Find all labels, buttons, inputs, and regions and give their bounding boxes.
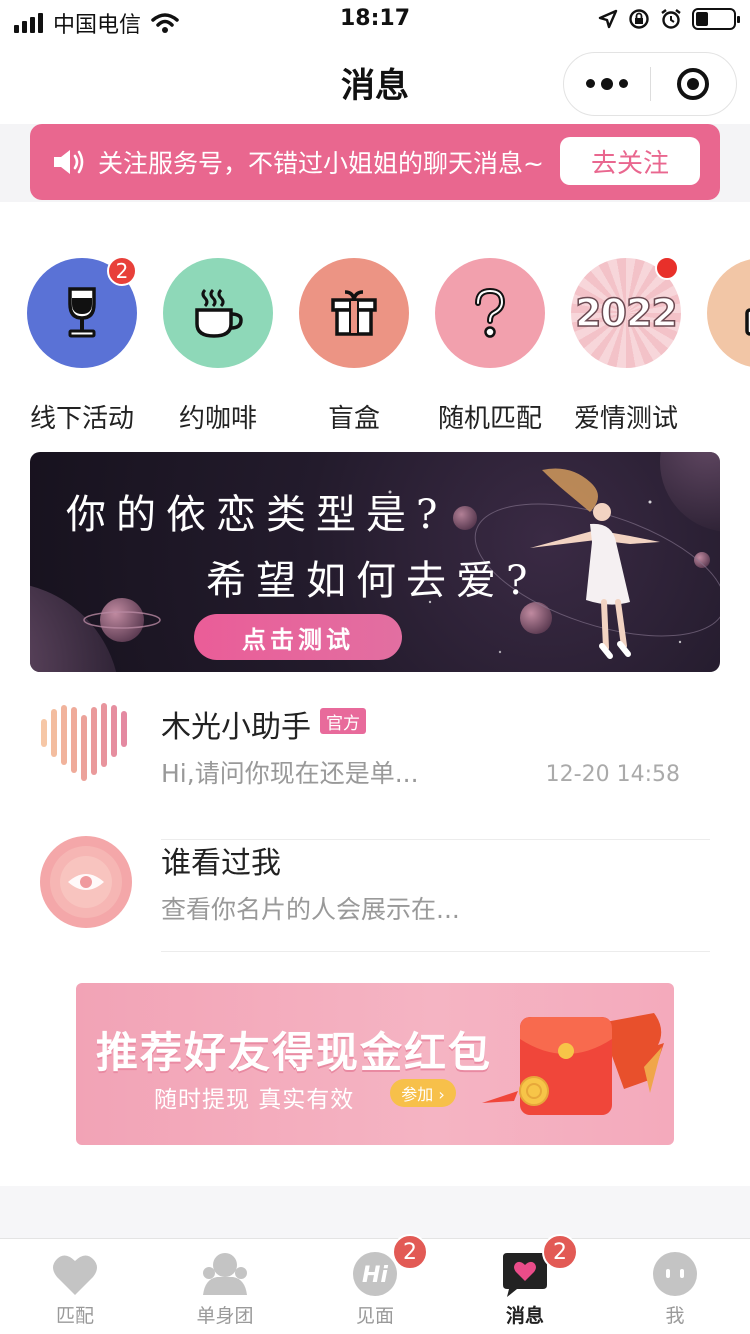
conversation-preview: 查看你名片的人会展示在... [161, 895, 460, 924]
gift-box-icon [331, 290, 377, 336]
question-mark-icon [475, 287, 506, 338]
alarm-icon [661, 9, 681, 29]
entry-label: 爱情测试 [573, 404, 678, 434]
red-envelope-icon [482, 1013, 664, 1115]
entry-anonymous[interactable]: 匿 [694, 258, 750, 435]
message-heart-icon [503, 1253, 547, 1297]
tab-badge: 2 [392, 1234, 428, 1270]
location-arrow-icon [598, 9, 618, 29]
heart-icon [53, 1255, 97, 1295]
follow-button[interactable]: 去关注 [560, 137, 700, 185]
conversation-item-assistant[interactable]: 木光小助手 官方 Hi,请问你现在还是单... 12-20 14:58 [0, 700, 750, 840]
entry-label: 盲盒 [327, 404, 380, 434]
entry-love-test[interactable]: 2022 爱情测试 [558, 258, 694, 435]
bottom-tab-bar: 匹配 单身团 Hi 2 见面 2 消息 我 [0, 1234, 750, 1334]
assistant-avatar [41, 703, 127, 781]
entry-coffee[interactable]: 约咖啡 [150, 258, 286, 435]
conversation-item-visitors[interactable]: 谁看过我 查看你名片的人会展示在... [0, 836, 750, 952]
mini-program-capsule [563, 52, 737, 116]
tab-label: 消息 [505, 1305, 544, 1327]
more-menu-button[interactable] [564, 77, 650, 90]
promo-title: 推荐好友得现金红包 [96, 1028, 493, 1077]
target-icon [677, 68, 710, 100]
banner-headline: 你的依恋类型是? [66, 492, 448, 538]
conversation-name: 谁看过我 [161, 846, 281, 881]
status-bar: 中国电信 18:17 [0, 0, 750, 40]
tab-label: 见面 [355, 1305, 394, 1327]
conversation-preview: Hi,请问你现在还是单... [161, 759, 419, 788]
tab-label: 我 [665, 1305, 685, 1327]
tab-label: 匹配 [55, 1305, 94, 1327]
notice-text: 关注服务号，不错过小姐姐的聊天消息~ [98, 149, 544, 178]
group-icon [203, 1253, 247, 1295]
tab-messages[interactable]: 2 消息 [450, 1234, 600, 1334]
svg-text:Hi: Hi [362, 1263, 388, 1288]
tab-me[interactable]: 我 [600, 1239, 750, 1334]
entry-label: 线下活动 [29, 404, 134, 434]
tab-label: 单身团 [196, 1305, 254, 1327]
eye-avatar-icon [40, 836, 132, 928]
entry-badge-dot [655, 258, 679, 280]
promo-subtitle: 随时提现 真实有效 [154, 1087, 355, 1113]
tab-match[interactable]: 匹配 [0, 1239, 150, 1334]
attachment-test-banner[interactable]: 你的依恋类型是? 希望如何去爱? 点击测试 [30, 452, 720, 672]
official-tag: 官方 [320, 708, 366, 734]
speaker-icon [54, 150, 84, 174]
coffee-cup-icon [195, 288, 243, 338]
tab-meet[interactable]: Hi 2 见面 [300, 1234, 450, 1334]
hi-icon: Hi [353, 1252, 397, 1296]
entry-badge: 2 [107, 258, 137, 286]
lock-icon [745, 308, 750, 336]
tab-singles-group[interactable]: 单身团 [150, 1239, 300, 1334]
start-test-button[interactable]: 点击测试 [194, 614, 402, 660]
conversation-name: 木光小助手 [161, 710, 311, 745]
face-icon [653, 1252, 697, 1296]
entry-label: 随机匹配 [437, 404, 542, 434]
year-2022-icon: 2022 [574, 290, 678, 336]
entry-offline-activity[interactable]: 2 线下活动 [14, 258, 150, 435]
tab-badge: 2 [542, 1234, 578, 1270]
entry-blind-box[interactable]: 盲盒 [286, 258, 422, 435]
close-mini-program-button[interactable] [651, 68, 737, 100]
entry-label: 约咖啡 [178, 404, 257, 434]
banner-subheadline: 希望如何去爱? [206, 558, 538, 604]
quick-entry-row: 2 线下活动 约咖啡 盲盒 随机匹配 2022 爱情测试 [0, 258, 750, 438]
entry-random-match[interactable]: 随机匹配 [422, 258, 558, 435]
rotation-lock-icon [629, 9, 649, 29]
entry-label: 匿 [694, 398, 750, 435]
join-button[interactable]: 参加 › [390, 1079, 456, 1107]
follow-notice-bar: 关注服务号，不错过小姐姐的聊天消息~ 去关注 [30, 124, 720, 200]
referral-promo-banner[interactable]: 推荐好友得现金红包 随时提现 真实有效 参加 › [76, 983, 674, 1145]
wine-glass-icon [68, 287, 96, 338]
battery-icon [692, 8, 740, 30]
conversation-time: 12-20 14:58 [545, 762, 680, 787]
